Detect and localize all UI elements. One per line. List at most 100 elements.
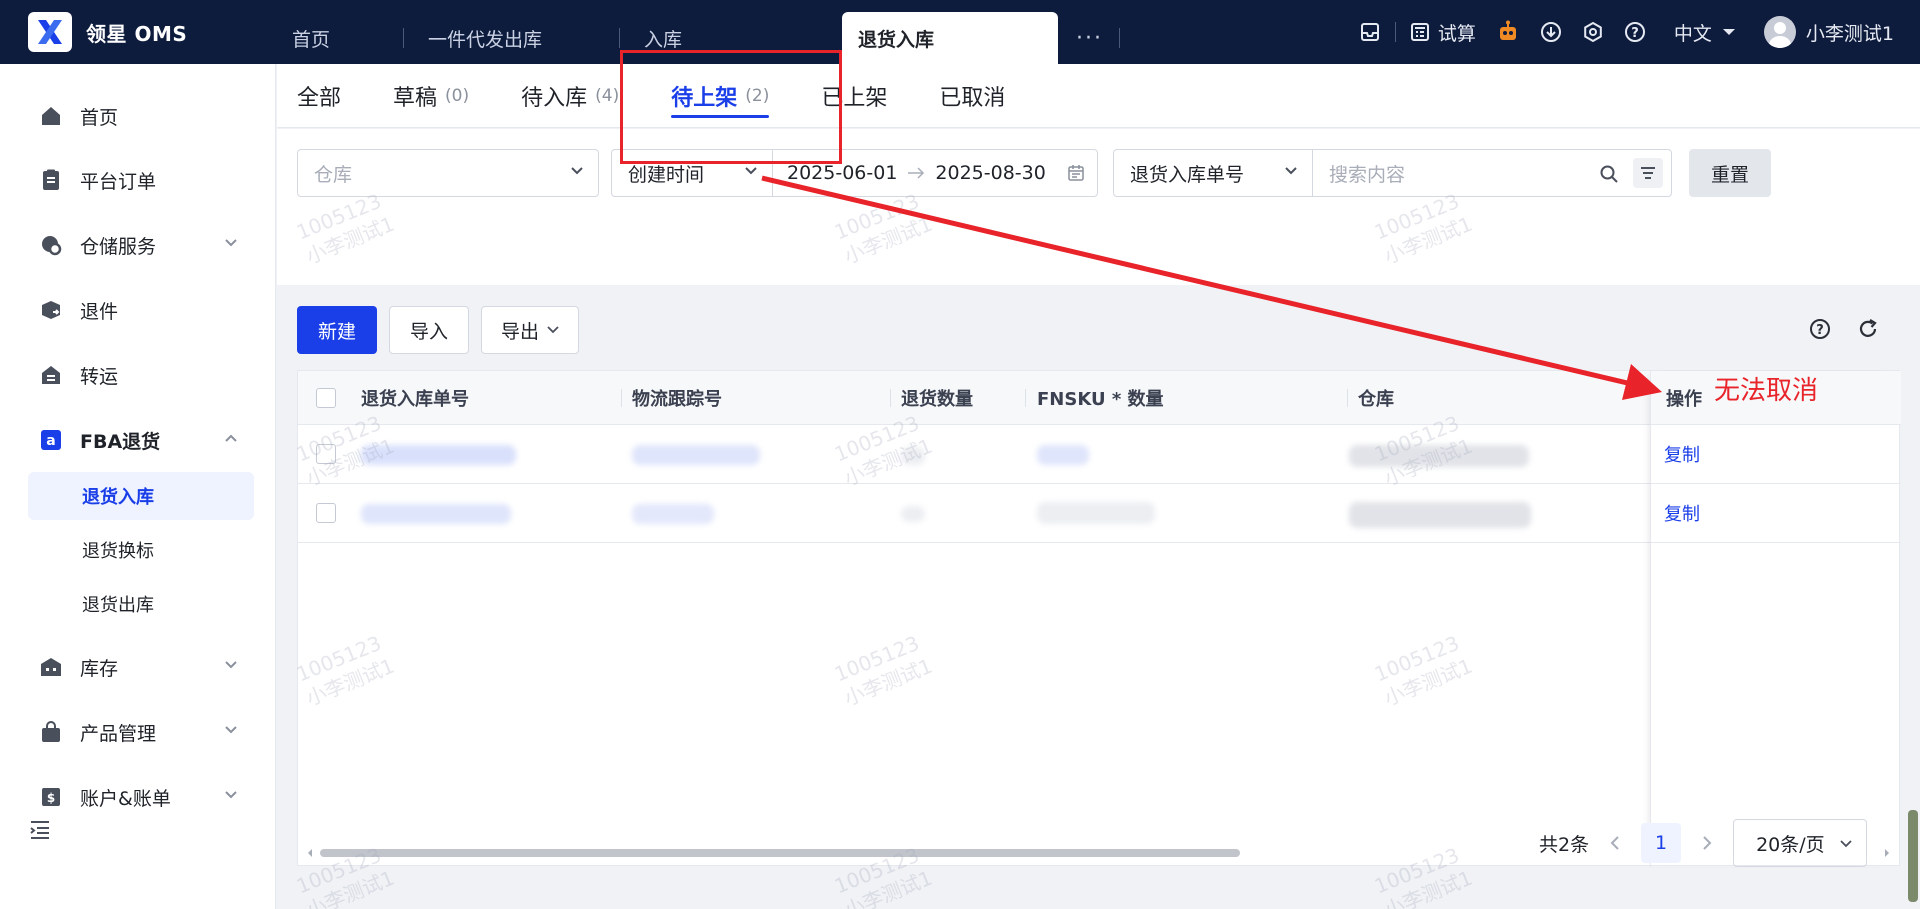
top-tab-label: 首页 xyxy=(292,28,331,51)
more-tabs-icon[interactable]: ··· xyxy=(1058,12,1119,64)
date-start: 2025-06-01 xyxy=(787,162,898,184)
export-label: 导出 xyxy=(500,320,539,343)
sidebar-item-returns[interactable]: 退件 xyxy=(28,285,254,335)
return-inbound-table: 退货入库单号 物流跟踪号 退货数量 FNSKU * 数量 仓库 操作 复制 复制 xyxy=(297,370,1901,867)
column-header-tracking-no[interactable]: 物流跟踪号 xyxy=(632,371,722,425)
inbox-icon[interactable] xyxy=(1349,0,1391,64)
import-label: 导入 xyxy=(409,320,448,343)
page-size-select[interactable]: 20条/页 xyxy=(1733,819,1868,867)
search-field-select[interactable]: 退货入库单号 xyxy=(1113,149,1313,197)
collapse-sidebar-icon[interactable] xyxy=(28,818,52,842)
home-icon xyxy=(38,103,64,129)
import-button[interactable]: 导入 xyxy=(389,306,469,354)
warehouse-placeholder: 仓库 xyxy=(314,163,353,186)
sidebar-subitem-return-inbound[interactable]: 退货入库 xyxy=(28,472,254,520)
tab-count: (4) xyxy=(595,85,620,106)
svg-text:?: ? xyxy=(1631,26,1639,41)
chevron-down-icon xyxy=(571,167,583,175)
tab-pending-inbound[interactable]: 待入库 (4) xyxy=(521,64,619,128)
total-count: 共2条 xyxy=(1539,833,1590,856)
tab-all[interactable]: 全部 xyxy=(297,64,341,128)
page-1-button[interactable]: 1 xyxy=(1641,823,1682,863)
annotation-highlight-box xyxy=(620,50,842,164)
top-tab-label: 退货入库 xyxy=(858,28,935,51)
chevron-down-icon xyxy=(225,239,237,247)
chevron-down-icon xyxy=(225,661,237,669)
pagination: 共2条 1 20条/页 xyxy=(1539,819,1868,867)
download-icon[interactable] xyxy=(1530,0,1572,64)
warehouse-select[interactable]: 仓库 xyxy=(297,149,599,197)
row-checkbox[interactable] xyxy=(316,503,336,523)
calculator-button[interactable]: 试算 xyxy=(1400,0,1486,64)
sidebar-item-platform-orders[interactable]: 平台订单 xyxy=(28,155,254,205)
column-header-order-no[interactable]: 退货入库单号 xyxy=(361,371,469,425)
svg-text:a: a xyxy=(46,433,55,449)
arrow-right-icon xyxy=(908,167,925,179)
redacted-fnsku xyxy=(1037,445,1089,465)
sidebar-subitem-return-relabel[interactable]: 退货换标 xyxy=(28,526,254,574)
refresh-icon[interactable] xyxy=(1857,318,1879,344)
help-icon[interactable]: ? xyxy=(1614,0,1656,64)
sidebar-item-label: FBA退货 xyxy=(80,430,161,453)
sidebar-item-label: 平台订单 xyxy=(80,170,157,193)
chevron-down-icon xyxy=(1285,167,1297,175)
search-placeholder: 搜索内容 xyxy=(1329,163,1406,186)
advanced-search-icon[interactable] xyxy=(1633,158,1663,188)
new-button[interactable]: 新建 xyxy=(297,306,377,354)
sidebar-item-product-management[interactable]: 产品管理 xyxy=(28,707,254,757)
copy-button[interactable]: 复制 xyxy=(1664,500,1700,526)
status-tab-bar: 全部 草稿 (0) 待入库 (4) 待上架 (2) 已上架 已取消 xyxy=(277,64,1920,128)
scroll-right-icon[interactable] xyxy=(1883,847,1891,859)
row-checkbox[interactable] xyxy=(316,444,336,464)
top-tab-return-inbound[interactable]: 退货入库 xyxy=(842,12,1058,64)
settings-icon[interactable] xyxy=(1572,0,1614,64)
top-tab-dropship-outbound[interactable]: 一件代发出库 xyxy=(404,12,620,64)
robot-assistant-icon[interactable] xyxy=(1486,0,1530,64)
export-button[interactable]: 导出 xyxy=(481,306,579,354)
sidebar-item-home[interactable]: 首页 xyxy=(28,91,254,141)
inventory-icon xyxy=(38,654,64,680)
chevron-down-icon xyxy=(547,326,559,334)
sidebar-subitem-label: 退货出库 xyxy=(82,595,154,616)
sidebar-subitem-return-outbound[interactable]: 退货出库 xyxy=(28,580,254,628)
chevron-down-icon xyxy=(225,726,237,734)
column-divider xyxy=(1347,389,1348,407)
top-navigation-bar: 领星 OMS 首页 一件代发出库 入库 退货入库 ··· 试算 ? 中文 小李测… xyxy=(0,0,1920,64)
transfer-icon xyxy=(38,362,64,388)
scroll-left-icon[interactable] xyxy=(306,847,314,859)
top-tab-home[interactable]: 首页 xyxy=(268,12,404,64)
reset-button[interactable]: 重置 xyxy=(1689,149,1771,197)
user-menu[interactable]: 小李测试1 xyxy=(1746,0,1904,64)
top-right-actions: 试算 ? 中文 小李测试1 xyxy=(1349,0,1920,64)
page-scrollbar[interactable] xyxy=(1908,810,1918,902)
brand[interactable]: 领星 OMS xyxy=(0,0,268,64)
tab-cancelled[interactable]: 已取消 xyxy=(939,64,1005,128)
language-selector[interactable]: 中文 xyxy=(1656,0,1746,64)
column-divider xyxy=(890,389,891,407)
redacted-order-no xyxy=(361,445,516,465)
column-header-fnsku-qty[interactable]: FNSKU * 数量 xyxy=(1037,371,1164,425)
redacted-warehouse xyxy=(1349,445,1529,467)
table-help-icon[interactable]: ? xyxy=(1809,318,1831,344)
column-divider xyxy=(1025,389,1026,407)
tab-draft[interactable]: 草稿 (0) xyxy=(393,64,469,128)
next-page-icon[interactable] xyxy=(1701,835,1713,851)
column-header-return-qty[interactable]: 退货数量 xyxy=(901,371,973,425)
sidebar-item-transfer[interactable]: 转运 xyxy=(28,350,254,400)
chevron-up-icon xyxy=(225,434,237,442)
search-icon[interactable] xyxy=(1599,164,1619,184)
search-input[interactable]: 搜索内容 xyxy=(1312,149,1672,197)
scrollbar-thumb[interactable] xyxy=(320,849,1240,857)
prev-page-icon[interactable] xyxy=(1609,835,1621,851)
sidebar-item-warehouse-service[interactable]: 仓储服务 xyxy=(28,220,254,270)
amazon-icon: a xyxy=(38,427,64,453)
select-all-checkbox[interactable] xyxy=(316,388,336,408)
column-header-warehouse[interactable]: 仓库 xyxy=(1358,371,1394,425)
sidebar-item-inventory[interactable]: 库存 xyxy=(28,642,254,692)
brand-logo-icon xyxy=(28,12,72,52)
redacted-fnsku xyxy=(1037,502,1155,524)
sidebar-item-account-billing[interactable]: $ 账户&账单 xyxy=(28,772,254,822)
sidebar-item-fba-returns[interactable]: a FBA退货 xyxy=(28,415,254,465)
copy-button[interactable]: 复制 xyxy=(1664,441,1700,467)
reset-label: 重置 xyxy=(1710,163,1749,186)
